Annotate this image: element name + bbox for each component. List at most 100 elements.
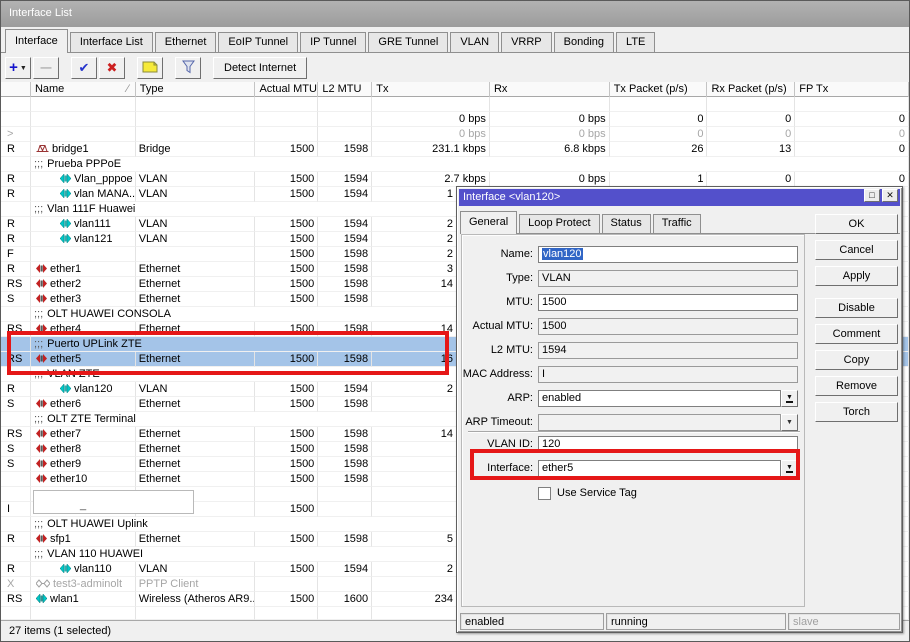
chevron-down-icon: ▼ — [786, 419, 793, 426]
comment-button[interactable] — [137, 57, 163, 79]
main-window-titlebar[interactable]: Interface List — [1, 1, 909, 27]
dialog-status-running: running — [606, 613, 786, 630]
column-header-fp-tx[interactable]: FP Tx — [795, 82, 909, 97]
comment-text: Vlan 111F Huawei — [47, 203, 135, 215]
dialog-tab-status[interactable]: Status — [602, 214, 651, 233]
use-service-tag-checkbox[interactable] — [538, 487, 551, 500]
mac-address-input: I — [538, 366, 798, 383]
interface-name: ether8 — [50, 443, 81, 455]
interface-name: bridge1 — [52, 143, 89, 155]
arp-timeout-dropdown-button[interactable]: ▼ — [781, 414, 798, 431]
row-flag: I — [1, 502, 31, 517]
wireless-icon — [36, 593, 47, 607]
ethernet-icon — [36, 278, 47, 292]
cell-l2-mtu: 1594 — [318, 562, 372, 577]
column-header-tx-packet-p-s[interactable]: Tx Packet (p/s) — [610, 82, 708, 97]
column-header-l2-mtu[interactable]: L2 MTU — [318, 82, 372, 97]
cell-l2-mtu: 1594 — [318, 382, 372, 397]
column-header-label: Type — [140, 83, 164, 97]
tab-eoip-tunnel[interactable]: EoIP Tunnel — [218, 32, 298, 52]
dialog-tab-traffic[interactable]: Traffic — [653, 214, 701, 233]
interface-dropdown-button[interactable]: ▼ — [781, 460, 798, 477]
vlan-id-input[interactable]: 120 — [538, 436, 798, 453]
disable-x-icon: ✖ — [107, 60, 118, 76]
add-button[interactable]: +▼ — [5, 57, 31, 79]
tab-bonding[interactable]: Bonding — [554, 32, 614, 52]
table-row[interactable]: RVlan_pppoeVLAN150015942.7 kbps0 bps100 — [1, 172, 909, 187]
dialog-tab-general[interactable]: General — [460, 211, 517, 234]
tab-ethernet[interactable]: Ethernet — [155, 32, 217, 52]
comment-text: VLAN 110 HUAWEI — [47, 548, 143, 560]
table-row[interactable]: >0 bps0 bps000 — [1, 127, 909, 142]
comment-button[interactable]: Comment — [815, 324, 898, 344]
copy-button[interactable]: Copy — [815, 350, 898, 370]
disable-button[interactable]: ✖ — [99, 57, 125, 79]
interface-name: vlan MANA... — [74, 188, 136, 200]
tab-ip-tunnel[interactable]: IP Tunnel — [300, 32, 366, 52]
cell-tx — [372, 97, 490, 112]
column-header-actual-mtu[interactable]: Actual MTU — [255, 82, 318, 97]
tab-interface[interactable]: Interface — [5, 29, 68, 53]
mac-address-field-row: MAC Address:I — [462, 366, 804, 383]
tab-gre-tunnel[interactable]: GRE Tunnel — [368, 32, 448, 52]
column-header-rx[interactable]: Rx — [490, 82, 610, 97]
filter-button[interactable] — [175, 57, 201, 79]
column-header-rx-packet-p-s[interactable]: Rx Packet (p/s) — [707, 82, 795, 97]
vlan-icon — [60, 383, 71, 397]
column-header-label: Tx Packet (p/s) — [614, 83, 688, 97]
cell-fp-tx: 0 — [795, 172, 909, 187]
cell-type: Ethernet — [136, 277, 256, 292]
tab-interface-list[interactable]: Interface List — [70, 32, 153, 52]
arp-input[interactable]: enabled — [538, 390, 781, 407]
interface-name: wlan1 — [50, 593, 79, 605]
table-row[interactable]: Rbridge1Bridge15001598231.1 kbps6.8 kbps… — [1, 142, 909, 157]
table-row[interactable]: 0 bps0 bps000 — [1, 112, 909, 127]
ok-button[interactable]: OK — [815, 214, 898, 234]
add-icon: + — [9, 62, 18, 74]
remove-button[interactable]: — — [33, 57, 59, 79]
cell-actual-mtu — [255, 112, 318, 127]
disable-button[interactable]: Disable — [815, 298, 898, 318]
name-input[interactable]: vlan120 — [538, 246, 798, 263]
column-header-type[interactable]: Type — [136, 82, 256, 97]
dialog-title: Interface <vlan120> — [463, 191, 560, 203]
table-row[interactable] — [1, 97, 909, 112]
column-header-flags[interactable] — [1, 82, 31, 97]
cell-type: VLAN — [136, 187, 256, 202]
mtu-field-row: MTU:1500 — [462, 294, 804, 311]
torch-button[interactable]: Torch — [815, 402, 898, 422]
comment-row[interactable]: ;;;Prueba PPPoE — [1, 157, 909, 172]
maximize-icon[interactable]: □ — [864, 189, 880, 202]
arp-dropdown-button[interactable]: ▼ — [781, 390, 798, 407]
row-flag — [1, 412, 31, 427]
cell-type: Bridge — [136, 142, 256, 157]
cell-type: VLAN — [136, 172, 256, 187]
cell-type: PPTP Client — [136, 577, 256, 592]
tab-vlan[interactable]: VLAN — [450, 32, 499, 52]
row-flag: RS — [1, 322, 31, 337]
dialog-tab-loop-protect[interactable]: Loop Protect — [519, 214, 599, 233]
cell-tx: 2.7 kbps — [372, 172, 490, 187]
dialog-titlebar[interactable]: Interface <vlan120> — [459, 189, 900, 206]
cell-tx: 231.1 kbps — [372, 142, 490, 157]
mtu-input[interactable]: 1500 — [538, 294, 798, 311]
vlan-icon — [60, 233, 71, 247]
cancel-button[interactable]: Cancel — [815, 240, 898, 260]
ghost-edit-box: _ — [33, 490, 194, 514]
detect-internet-button[interactable]: Detect Internet — [213, 57, 307, 79]
column-header-name[interactable]: Name∕ — [31, 82, 136, 97]
tab-vrrp[interactable]: VRRP — [501, 32, 552, 52]
cell-actual-mtu: 1500 — [255, 457, 318, 472]
column-header-tx[interactable]: Tx — [372, 82, 490, 97]
row-flag: R — [1, 232, 31, 247]
enable-button[interactable]: ✔ — [71, 57, 97, 79]
tab-lte[interactable]: LTE — [616, 32, 655, 52]
interface-input[interactable]: ether5 — [538, 460, 781, 477]
close-icon[interactable]: ✕ — [882, 189, 898, 202]
apply-button[interactable]: Apply — [815, 266, 898, 286]
vlan-id-field-row: VLAN ID:120 — [462, 436, 804, 453]
main-toolbar: +▼— ✔ ✖ Detect Internet — [1, 54, 909, 82]
arp-timeout-input[interactable] — [538, 414, 781, 431]
cell-name: test3-adminolt — [31, 577, 136, 592]
remove-button[interactable]: Remove — [815, 376, 898, 396]
